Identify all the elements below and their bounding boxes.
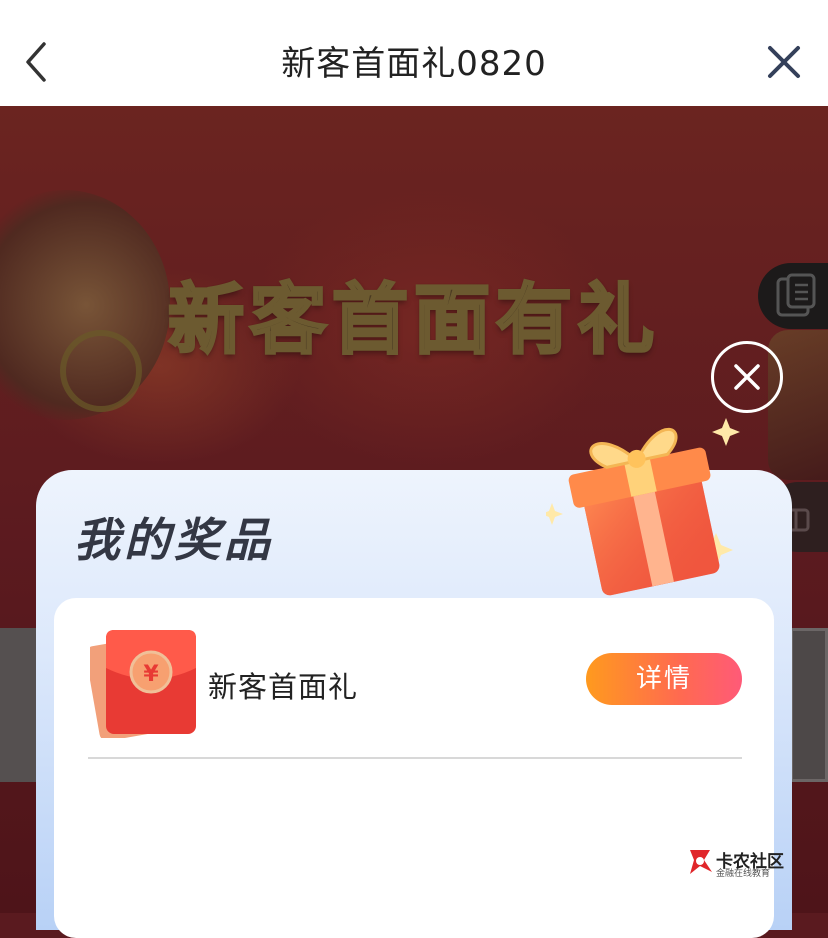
prize-name: 新客首面礼 xyxy=(208,670,359,704)
top-nav-bar: 新客首面礼0820 xyxy=(0,0,828,106)
watermark-subtitle: 金融在线教育 xyxy=(716,869,771,879)
prize-detail-button[interactable]: 详情 xyxy=(586,653,742,705)
watermark-logo: 卡农社区 金融在线教育 xyxy=(686,846,786,880)
popup-title: 我的奖品 xyxy=(74,513,274,567)
banner-edge-panel xyxy=(0,628,40,782)
kanong-logo-icon xyxy=(690,850,712,874)
envelope-symbol: ¥ xyxy=(143,662,159,687)
prize-row: ¥ 新客首面礼 详情 xyxy=(54,598,774,759)
side-rules-button[interactable] xyxy=(758,263,828,329)
page-title: 新客首面礼0820 xyxy=(281,44,547,84)
divider xyxy=(88,757,742,759)
banner-edge-panel xyxy=(790,628,828,782)
my-prizes-popup: 我的奖品 ¥ 新客首面礼 详情 xyxy=(36,418,792,938)
red-envelope-icon: ¥ xyxy=(90,630,196,738)
gift-box-icon xyxy=(546,418,740,596)
close-icon[interactable] xyxy=(762,40,806,84)
document-icon xyxy=(776,273,816,317)
banner-headline: 新客首面有礼 xyxy=(167,274,660,366)
prize-list-card: ¥ 新客首面礼 详情 xyxy=(54,598,774,938)
circle-close-icon[interactable] xyxy=(711,341,783,413)
